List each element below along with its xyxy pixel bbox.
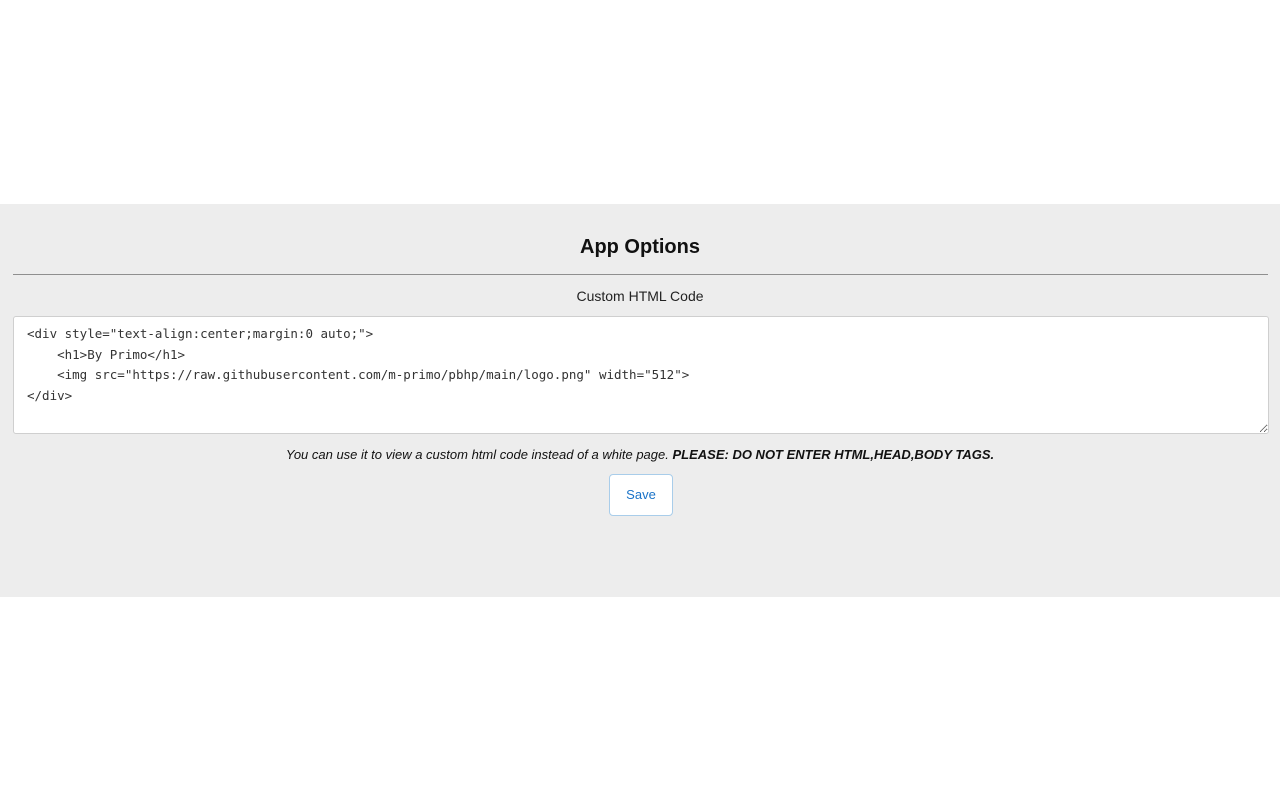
save-button[interactable]: Save (609, 474, 673, 516)
hint-text: You can use it to view a custom html cod… (0, 447, 1280, 463)
custom-html-textarea[interactable] (13, 316, 1269, 434)
hint-warning: PLEASE: DO NOT ENTER HTML,HEAD,BODY TAGS… (672, 447, 995, 462)
page-title: App Options (580, 236, 700, 258)
options-panel: App Options Custom HTML Code You can use… (0, 204, 1280, 597)
custom-html-label: Custom HTML Code (576, 288, 704, 304)
title-divider (13, 274, 1268, 275)
code-editor-container (13, 316, 1269, 434)
hint-description: You can use it to view a custom html cod… (285, 447, 669, 462)
